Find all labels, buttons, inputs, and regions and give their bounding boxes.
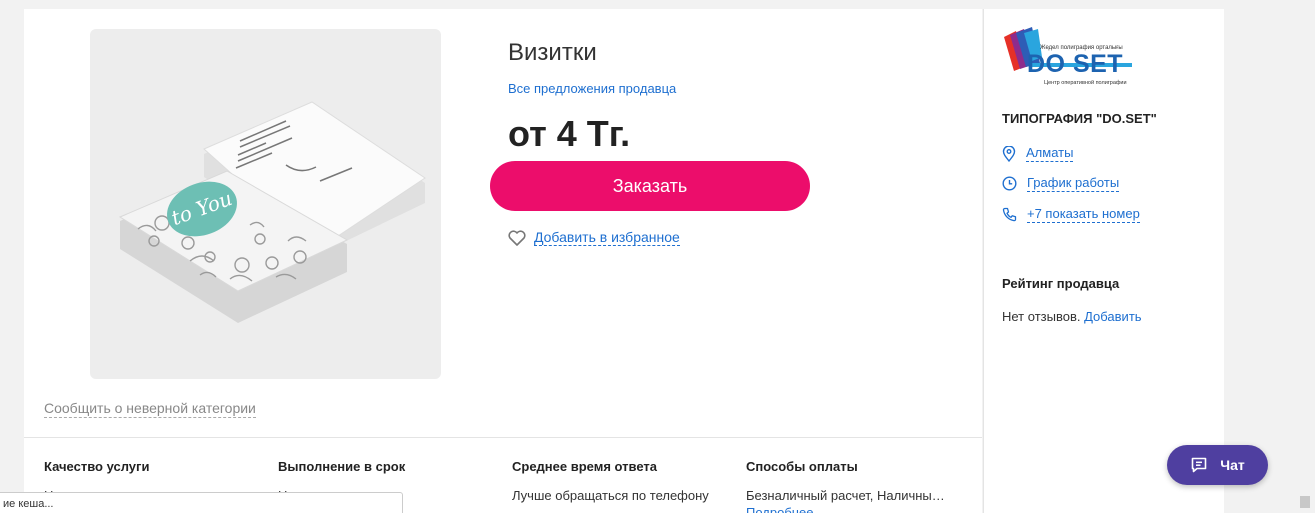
cache-status-text: ие кеша... bbox=[3, 498, 54, 510]
stat-title: Среднее время ответа bbox=[512, 459, 657, 474]
seller-schedule-row[interactable]: График работы bbox=[1002, 175, 1120, 192]
business-cards-illustration: to You bbox=[118, 101, 426, 323]
order-button[interactable]: Заказать bbox=[490, 161, 810, 211]
product-title: Визитки bbox=[508, 39, 597, 66]
no-reviews-text: Нет отзывов. bbox=[1002, 309, 1081, 324]
add-to-favorites[interactable]: Добавить в избранное bbox=[508, 229, 680, 246]
seller-logo[interactable]: Жедел полиграфия орталығы DO SET Центр о… bbox=[1002, 27, 1147, 89]
stat-value: Лучше обращаться по телефону bbox=[512, 488, 709, 503]
chat-button[interactable]: Чат bbox=[1167, 445, 1268, 485]
stat-title: Способы оплаты bbox=[746, 459, 858, 474]
stat-payment: Способы оплаты Безналичный расчет, Налич… bbox=[746, 459, 961, 513]
seller-offers-link[interactable]: Все предложения продавца bbox=[508, 81, 676, 96]
divider bbox=[24, 437, 982, 438]
phone-icon bbox=[1002, 207, 1017, 222]
stat-title: Качество услуги bbox=[44, 459, 150, 474]
heart-icon bbox=[508, 229, 526, 246]
scrollbar-thumb[interactable] bbox=[1300, 496, 1310, 508]
seller-schedule-link: График работы bbox=[1027, 175, 1120, 192]
location-icon bbox=[1002, 145, 1016, 162]
stat-title: Выполнение в срок bbox=[278, 459, 406, 474]
stat-value: Безналичный расчет, Наличны… bbox=[746, 488, 945, 503]
add-review-link[interactable]: Добавить bbox=[1084, 309, 1141, 324]
logo-text: DO SET bbox=[1027, 50, 1124, 78]
seller-phone-row[interactable]: +7 показать номер bbox=[1002, 206, 1140, 223]
payment-more-link[interactable]: Подробнее bbox=[746, 505, 961, 513]
cache-status-box: ие кеша... bbox=[0, 492, 403, 513]
chat-icon bbox=[1191, 457, 1207, 473]
seller-rating-title: Рейтинг продавца bbox=[1002, 276, 1120, 291]
seller-sidebar: Жедел полиграфия орталығы DO SET Центр о… bbox=[983, 9, 1224, 513]
seller-city-link: Алматы bbox=[1026, 145, 1074, 162]
product-price: от 4 Тг. bbox=[508, 113, 631, 154]
favorite-label: Добавить в избранное bbox=[534, 229, 680, 246]
product-image[interactable]: to You bbox=[90, 29, 441, 379]
stat-response-time: Среднее время ответа Лучше обращаться по… bbox=[512, 459, 727, 503]
clock-icon bbox=[1002, 176, 1017, 191]
seller-city-row[interactable]: Алматы bbox=[1002, 145, 1074, 162]
product-card: to You Сообщить о неверной категории Виз… bbox=[24, 9, 982, 513]
report-category-link[interactable]: Сообщить о неверной категории bbox=[44, 400, 256, 418]
chat-label: Чат bbox=[1220, 457, 1245, 473]
seller-name: ТИПОГРАФИЯ "DO.SET" bbox=[1002, 111, 1157, 126]
seller-rating-text: Нет отзывов. Добавить bbox=[1002, 309, 1142, 324]
show-phone-link: +7 показать номер bbox=[1027, 206, 1140, 223]
logo-bottom-text: Центр оперативной полиграфии bbox=[1044, 80, 1127, 86]
